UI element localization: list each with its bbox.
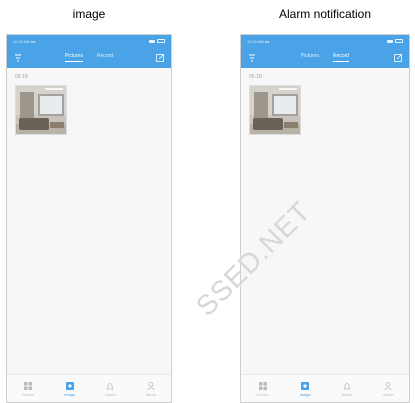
bottom-nav: Device Image Alarm About bbox=[241, 374, 409, 402]
grid-icon bbox=[24, 381, 33, 390]
content-area: 05-18 bbox=[7, 68, 171, 141]
nav-label: Device bbox=[21, 391, 35, 397]
filter-icon[interactable] bbox=[247, 53, 257, 63]
top-bar: 11:24 AM ●● Pictures Record bbox=[241, 35, 409, 68]
signal-icon bbox=[149, 39, 155, 43]
image-icon bbox=[65, 381, 74, 390]
snapshot-thumbnail[interactable] bbox=[249, 85, 301, 135]
signal-icon bbox=[387, 39, 393, 43]
status-icons bbox=[387, 39, 403, 43]
person-icon bbox=[384, 381, 393, 390]
status-time: 11:24 AM ●● bbox=[247, 38, 270, 44]
bell-icon bbox=[343, 382, 351, 389]
nav-label: Device bbox=[256, 391, 269, 397]
nav-row: Pictures Record bbox=[241, 47, 409, 68]
nav-image[interactable]: Image bbox=[64, 381, 75, 397]
bottom-nav: Device Image Alarm About bbox=[7, 374, 171, 402]
nav-device[interactable]: Device bbox=[22, 381, 34, 397]
nav-image[interactable]: Image bbox=[300, 381, 311, 397]
nav-alarm[interactable]: Alarm bbox=[105, 381, 116, 397]
status-bar: 11:24 AM ●● bbox=[7, 35, 171, 47]
nav-about[interactable]: About bbox=[383, 381, 393, 397]
bell-icon bbox=[106, 382, 115, 389]
nav-alarm[interactable]: Alarm bbox=[342, 381, 352, 397]
battery-icon bbox=[395, 39, 403, 43]
tab-pictures[interactable]: Pictures bbox=[64, 53, 83, 62]
panel-alarm-notification: Alarm notification 11:24 AM ●● Pictures … bbox=[240, 0, 410, 403]
caption-image: image bbox=[72, 7, 106, 21]
date-label: 05-18 bbox=[15, 74, 28, 80]
nav-label: About bbox=[383, 391, 394, 397]
panel-image: image 11:24 AM ●● Pictures Record 05-18 … bbox=[6, 0, 172, 403]
nav-label: Alarm bbox=[341, 391, 353, 397]
filter-icon[interactable] bbox=[13, 53, 23, 63]
nav-about[interactable]: About bbox=[146, 381, 156, 397]
top-bar: 11:24 AM ●● Pictures Record bbox=[7, 35, 171, 68]
status-icons bbox=[149, 39, 165, 43]
status-time: 11:24 AM ●● bbox=[13, 38, 36, 44]
person-icon bbox=[146, 381, 155, 390]
nav-label: Image bbox=[299, 391, 311, 397]
phone-screen-alarm: 11:24 AM ●● Pictures Record 05-18 Device… bbox=[240, 34, 410, 403]
caption-alarm-notification: Alarm notification bbox=[278, 7, 372, 21]
tab-pictures[interactable]: Pictures bbox=[301, 53, 319, 62]
tab-record[interactable]: Record bbox=[97, 53, 113, 62]
edit-icon[interactable] bbox=[155, 53, 165, 63]
image-icon bbox=[301, 381, 310, 390]
nav-device[interactable]: Device bbox=[256, 381, 269, 397]
nav-label: Image bbox=[64, 391, 76, 397]
tab-bar: Pictures Record bbox=[64, 53, 113, 62]
tab-record[interactable]: Record bbox=[332, 53, 350, 62]
nav-row: Pictures Record bbox=[7, 47, 171, 68]
nav-label: Alarm bbox=[105, 391, 116, 397]
status-bar: 11:24 AM ●● bbox=[241, 35, 409, 47]
content-area: 05-18 bbox=[241, 68, 409, 141]
snapshot-thumbnail[interactable] bbox=[15, 85, 67, 135]
edit-icon[interactable] bbox=[393, 53, 403, 63]
tab-bar: Pictures Record bbox=[301, 53, 350, 62]
nav-label: About bbox=[145, 391, 156, 397]
date-label: 05-18 bbox=[249, 74, 262, 80]
grid-icon bbox=[258, 381, 267, 390]
phone-screen-image: 11:24 AM ●● Pictures Record 05-18 Device… bbox=[6, 34, 172, 403]
battery-icon bbox=[157, 39, 165, 43]
